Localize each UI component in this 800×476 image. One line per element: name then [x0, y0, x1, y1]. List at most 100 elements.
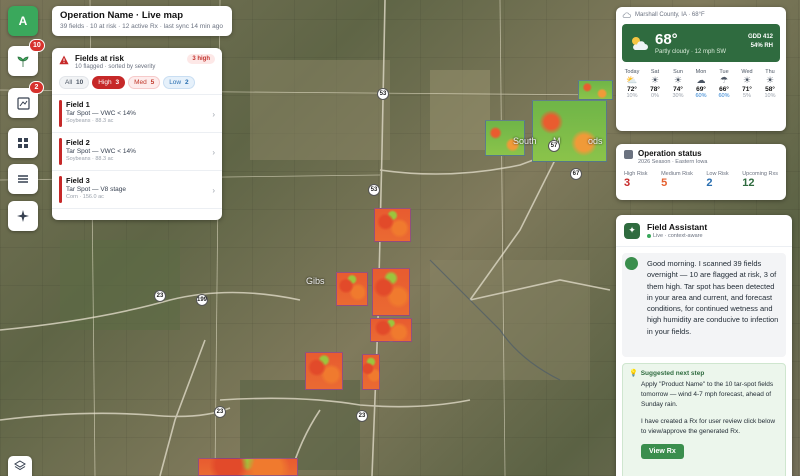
status-low-risk[interactable]: Low Risk 2 — [706, 171, 728, 189]
live-indicator — [647, 234, 651, 238]
chart-icon — [624, 150, 633, 159]
status-subtitle: 2026 Season · Eastern Iowa — [638, 159, 708, 165]
current-condition: Partly cloudy · 12 mph SW — [655, 49, 727, 55]
field-list-item[interactable]: Field 2 Tar Spot — VWC < 14% Soybeans · … — [52, 133, 222, 171]
filter-med[interactable]: Med 5 — [128, 76, 161, 89]
current-temp: 68° — [655, 31, 678, 48]
forecast-precip: 60% — [695, 93, 707, 99]
forecast-day: Wed ☀ 71° 5% — [737, 69, 757, 99]
route-shield: 23 — [154, 290, 166, 302]
rain-icon: ☂ — [719, 75, 729, 85]
partly-cloudy-icon: ⛅ — [626, 75, 638, 85]
field-heatmap[interactable] — [372, 268, 410, 316]
field-name: Field 2 — [66, 138, 90, 147]
panel-subtitle: 10 flagged · sorted by severity — [75, 64, 156, 70]
field-issue: Tar Spot — VWC < 14% — [66, 148, 136, 155]
lightbulb-icon: 💡 — [629, 370, 638, 377]
filter-high[interactable]: High 3 — [92, 76, 126, 89]
step-text: Apply "Product Name" to the 10 tar-spot … — [641, 381, 774, 408]
filter-all[interactable]: All 10 — [59, 76, 90, 89]
assistant-title: Field Assistant — [647, 222, 708, 232]
weather-location: Marshall County, IA · 68°F — [635, 12, 705, 18]
field-heatmap[interactable] — [362, 354, 380, 390]
step-title: Suggested next step — [640, 369, 705, 377]
operation-status-card: Operation status 2026 Season · Eastern I… — [616, 144, 786, 200]
sun-icon: ☀ — [742, 75, 752, 85]
forecast-precip: 60% — [718, 93, 730, 99]
status-high-risk[interactable]: High Risk 3 — [624, 171, 648, 189]
field-list-item[interactable]: Field 3 Tar Spot — V8 stage Corn · 156.0… — [52, 171, 222, 209]
forecast-temp: 71° — [742, 86, 752, 93]
field-issue: Tar Spot — VWC < 14% — [66, 110, 136, 117]
forecast-precip: 0% — [651, 93, 659, 99]
view-rx-button[interactable]: View Rx — [641, 443, 684, 459]
humidity-value: 54% RH — [750, 43, 773, 49]
warning-icon — [59, 55, 69, 65]
town-label: Gibs — [306, 276, 325, 286]
fields-at-risk-panel: Fields at risk 10 flagged · sorted by se… — [52, 48, 222, 220]
status-value: 5 — [661, 177, 668, 189]
partly-cloudy-icon — [632, 37, 648, 50]
assistant-button[interactable] — [8, 201, 38, 231]
town-label: ods — [588, 136, 603, 146]
field-list-item[interactable]: Field 1 Tar Spot — VWC < 14% Soybeans · … — [52, 95, 222, 133]
weather-widget: Marshall County, IA · 68°F 68° Partly cl… — [616, 7, 786, 131]
field-name: Field 3 — [66, 176, 90, 185]
route-shield: 23 — [214, 406, 226, 418]
forecast-precip: 10% — [764, 93, 776, 99]
field-name: Field 1 — [66, 100, 90, 109]
sparkle-icon — [17, 210, 29, 222]
field-heatmap[interactable] — [370, 318, 412, 342]
field-meta: Soybeans · 88.3 ac — [66, 118, 114, 124]
alerts-badge: 2 — [29, 81, 44, 94]
status-value: 2 — [706, 177, 713, 189]
field-heatmap[interactable] — [374, 208, 411, 242]
filter-low[interactable]: Low 2 — [163, 76, 195, 89]
filter-label: Med — [134, 79, 147, 86]
status-medium-risk[interactable]: Medium Risk 5 — [661, 171, 693, 189]
cloud-icon — [622, 12, 631, 18]
high-count-badge: 3 high — [187, 54, 215, 64]
list-button[interactable] — [8, 164, 38, 194]
forecast-day: Mon ☁ 69° 60% — [691, 69, 711, 99]
field-heatmap[interactable] — [336, 272, 368, 306]
forecast-temp: 72° — [627, 86, 637, 93]
sun-icon: ☀ — [765, 75, 775, 85]
map-pin-icon — [16, 96, 30, 110]
field-issue: Tar Spot — V8 stage — [66, 186, 126, 193]
field-heatmap[interactable] — [578, 80, 613, 100]
panel-title: Fields at risk — [75, 54, 124, 63]
filter-count: 2 — [184, 79, 189, 86]
route-shield: 53 — [377, 88, 389, 100]
sun-icon: ☀ — [650, 75, 660, 85]
layers-button[interactable] — [8, 456, 32, 476]
filter-count: 10 — [76, 79, 84, 86]
fields-badge: 10 — [29, 39, 45, 52]
field-heatmap[interactable] — [305, 352, 343, 390]
field-heatmap[interactable] — [198, 458, 298, 476]
sun-icon: ☀ — [673, 75, 683, 85]
route-shield: 199 — [196, 294, 208, 306]
layers-icon — [14, 460, 26, 471]
status-upcoming-rx[interactable]: Upcoming Rxs 12 — [742, 171, 778, 189]
account-avatar[interactable]: A — [8, 6, 38, 36]
field-heatmap[interactable] — [532, 100, 607, 162]
forecast-temp: 66° — [719, 86, 729, 93]
operation-summary: 39 fields · 10 at risk · 12 active Rx · … — [60, 23, 223, 30]
suggested-step-card: 💡 Suggested next step Apply "Product Name… — [622, 363, 786, 476]
assistant-message: Good morning. I scanned 39 fields overni… — [622, 253, 786, 357]
step-text-review: I have created a Rx for user review clic… — [641, 418, 776, 436]
current-weather: 68° Partly cloudy · 12 mph SW GDD 412 54… — [622, 24, 780, 62]
forecast-temp: 74° — [673, 86, 683, 93]
chevron-right-icon: › — [212, 110, 215, 119]
forecast-day: Today ⛅ 72° 10% — [622, 69, 642, 99]
chevron-right-icon: › — [212, 148, 215, 157]
filter-label: High — [98, 79, 112, 86]
status-value: 3 — [624, 177, 631, 189]
forecast-precip: 5% — [743, 93, 751, 99]
gdd-value: GDD 412 — [747, 34, 773, 40]
operation-header: Operation Name · Live map 39 fields · 10… — [52, 6, 232, 36]
grid-icon — [18, 138, 28, 148]
cloud-icon: ☁ — [696, 75, 706, 85]
dashboard-button[interactable] — [8, 128, 38, 158]
